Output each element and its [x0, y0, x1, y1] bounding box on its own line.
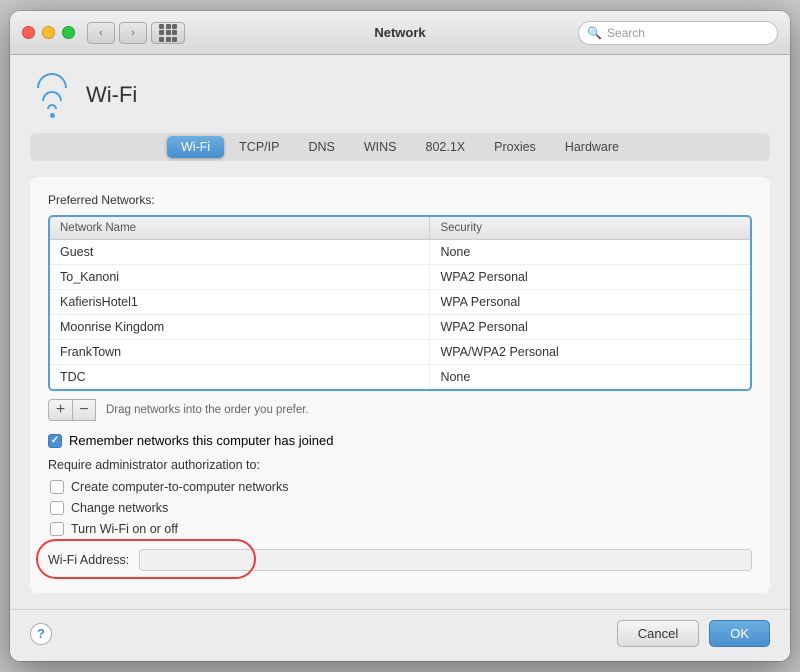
nav-buttons: ‹ › — [87, 22, 147, 44]
create-network-label: Create computer-to-computer networks — [71, 480, 288, 494]
maximize-button[interactable] — [62, 26, 75, 39]
footer: ? Cancel OK — [10, 609, 790, 661]
network-name-cell: To_Kanoni — [50, 265, 430, 289]
table-row[interactable]: FrankTown WPA/WPA2 Personal — [50, 340, 750, 365]
wifi-arc-small — [47, 104, 57, 109]
table-row[interactable]: KafierisHotel1 WPA Personal — [50, 290, 750, 315]
sub-checkbox-row-1: Change networks — [50, 501, 752, 515]
help-button[interactable]: ? — [30, 623, 52, 645]
wifi-arc-dot — [50, 113, 55, 118]
create-network-checkbox[interactable] — [50, 480, 64, 494]
drag-hint: Drag networks into the order you prefer. — [106, 404, 309, 416]
col-security: Security — [430, 217, 750, 239]
minimize-button[interactable] — [42, 26, 55, 39]
add-network-button[interactable]: + — [48, 399, 72, 421]
network-name-cell: Guest — [50, 240, 430, 264]
wifi-address-label: Wi-Fi Address: — [48, 553, 129, 567]
wifi-arc-medium — [42, 91, 62, 101]
table-header: Network Name Security — [50, 217, 750, 240]
back-button[interactable]: ‹ — [87, 22, 115, 44]
tabs-row: Wi-Fi TCP/IP DNS WINS 802.1X Proxies Har… — [30, 133, 770, 161]
sub-checkbox-row-0: Create computer-to-computer networks — [50, 480, 752, 494]
col-network-name: Network Name — [50, 217, 430, 239]
network-name-cell: TDC — [50, 365, 430, 389]
sub-checkboxes: Create computer-to-computer networks Cha… — [50, 480, 752, 536]
table-row[interactable]: TDC None — [50, 365, 750, 389]
network-name-cell: KafierisHotel1 — [50, 290, 430, 314]
wifi-header: Wi-Fi — [30, 73, 770, 117]
cancel-button[interactable]: Cancel — [617, 620, 699, 647]
require-admin-label: Require administrator authorization to: — [48, 458, 752, 472]
forward-button[interactable]: › — [119, 22, 147, 44]
main-content: Wi-Fi Wi-Fi TCP/IP DNS WINS 802.1X Proxi… — [10, 55, 790, 609]
window: ‹ › Network 🔍 Search — [10, 11, 790, 661]
turn-wifi-checkbox[interactable] — [50, 522, 64, 536]
wifi-icon — [30, 73, 74, 117]
network-name-cell: Moonrise Kingdom — [50, 315, 430, 339]
turn-wifi-label: Turn Wi-Fi on or off — [71, 522, 178, 536]
network-name-cell: FrankTown — [50, 340, 430, 364]
sub-checkbox-row-2: Turn Wi-Fi on or off — [50, 522, 752, 536]
security-cell: None — [430, 240, 750, 264]
tab-tcpip[interactable]: TCP/IP — [225, 136, 293, 158]
table-body: Guest None To_Kanoni WPA2 Personal Kafie… — [50, 240, 750, 389]
tab-proxies[interactable]: Proxies — [480, 136, 550, 158]
tab-hardware[interactable]: Hardware — [551, 136, 633, 158]
security-cell: WPA2 Personal — [430, 265, 750, 289]
table-controls: + − Drag networks into the order you pre… — [48, 399, 752, 421]
traffic-lights — [22, 26, 75, 39]
wifi-arcs — [37, 73, 67, 118]
tab-wifi[interactable]: Wi-Fi — [167, 136, 224, 158]
table-row[interactable]: Moonrise Kingdom WPA2 Personal — [50, 315, 750, 340]
security-cell: WPA/WPA2 Personal — [430, 340, 750, 364]
close-button[interactable] — [22, 26, 35, 39]
window-title: Network — [374, 25, 425, 40]
wifi-title: Wi-Fi — [86, 82, 137, 108]
ok-button[interactable]: OK — [709, 620, 770, 647]
table-row[interactable]: Guest None — [50, 240, 750, 265]
change-networks-label: Change networks — [71, 501, 168, 515]
wifi-address-row: Wi-Fi Address: — [48, 543, 752, 577]
titlebar: ‹ › Network 🔍 Search — [10, 11, 790, 55]
wifi-settings-section: Preferred Networks: Network Name Securit… — [30, 177, 770, 593]
tab-dns[interactable]: DNS — [294, 136, 348, 158]
remember-checkbox[interactable] — [48, 434, 62, 448]
preferred-networks-label: Preferred Networks: — [48, 193, 752, 207]
search-icon: 🔍 — [587, 26, 602, 40]
remove-network-button[interactable]: − — [72, 399, 96, 421]
security-cell: None — [430, 365, 750, 389]
search-placeholder: Search — [607, 26, 645, 40]
security-cell: WPA Personal — [430, 290, 750, 314]
wifi-address-value — [139, 549, 752, 571]
remember-label: Remember networks this computer has join… — [69, 433, 333, 448]
grid-icon — [159, 24, 177, 42]
grid-button[interactable] — [151, 22, 185, 44]
tab-wins[interactable]: WINS — [350, 136, 411, 158]
networks-table: Network Name Security Guest None To_Kano… — [48, 215, 752, 391]
wifi-arc-large — [37, 73, 67, 88]
security-cell: WPA2 Personal — [430, 315, 750, 339]
tab-8021x[interactable]: 802.1X — [412, 136, 480, 158]
change-networks-checkbox[interactable] — [50, 501, 64, 515]
remember-checkbox-row: Remember networks this computer has join… — [48, 433, 752, 448]
table-row[interactable]: To_Kanoni WPA2 Personal — [50, 265, 750, 290]
search-box[interactable]: 🔍 Search — [578, 21, 778, 45]
footer-buttons: Cancel OK — [617, 620, 770, 647]
